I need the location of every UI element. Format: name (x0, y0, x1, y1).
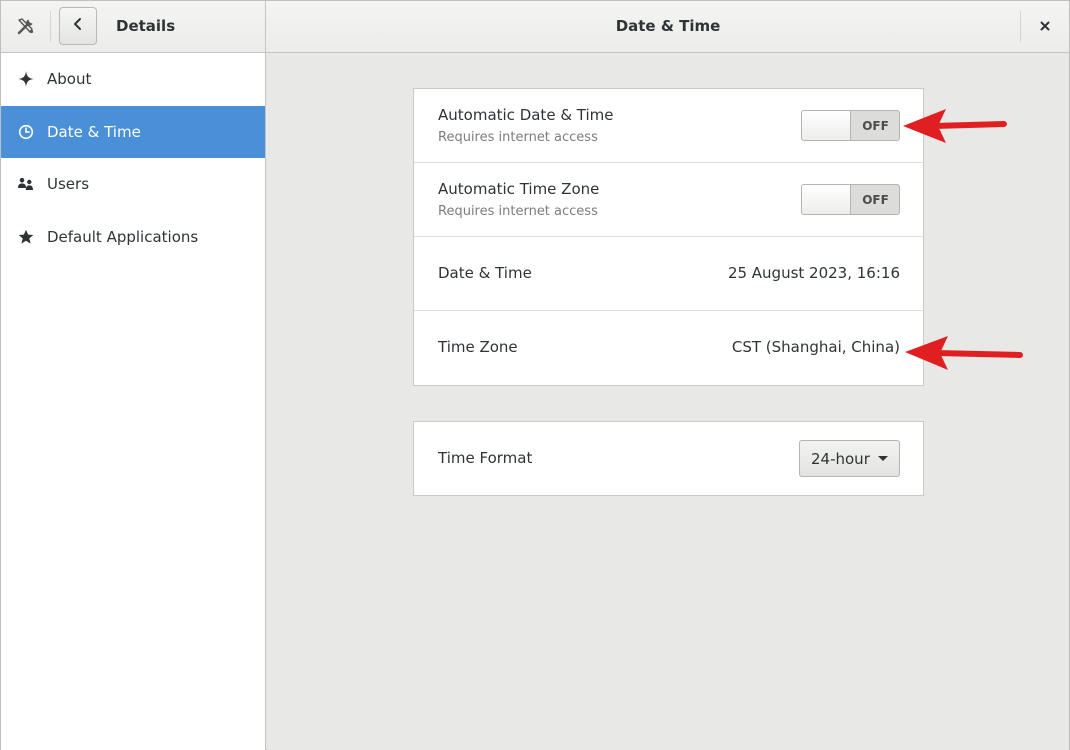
back-button[interactable] (59, 7, 97, 45)
date-time-value: 25 August 2023, 16:16 (727, 264, 900, 282)
page-title: Date & Time (615, 17, 721, 35)
clock-icon (17, 123, 34, 140)
annotation-arrow-icon (905, 336, 1023, 370)
sparkle-icon (17, 71, 34, 88)
time-zone-row[interactable]: Time Zone CST (Shanghai, China) (414, 311, 923, 385)
automatic-date-time-switch[interactable]: OFF (801, 110, 900, 141)
header-separator (50, 11, 51, 42)
time-format-row: Time Format 24-hour (414, 422, 923, 496)
sidebar-item-label: Default Applications (47, 227, 199, 246)
row-title: Automatic Time Zone (438, 180, 600, 198)
automatic-time-zone-row[interactable]: Automatic Time Zone Requires internet ac… (414, 163, 923, 237)
row-title: Time Format (438, 449, 533, 467)
row-title: Time Zone (438, 338, 518, 356)
sidebar-item-label: Users (47, 175, 90, 194)
date-time-row[interactable]: Date & Time 25 August 2023, 16:16 (414, 237, 923, 311)
header-left-pane: Details (1, 1, 266, 52)
row-title: Date & Time (438, 264, 532, 282)
chevron-left-icon (72, 17, 84, 35)
switch-state: OFF (862, 192, 889, 207)
tools-icon[interactable] (9, 9, 43, 43)
automatic-time-zone-switch[interactable]: OFF (801, 184, 900, 215)
switch-state: OFF (862, 118, 889, 133)
automatic-date-time-row[interactable]: Automatic Date & Time Requires internet … (414, 89, 923, 163)
dropdown-selected-value: 24-hour (811, 449, 870, 468)
content-area: Automatic Date & Time Requires internet … (267, 53, 1069, 750)
header-bar: Details Date & Time (1, 1, 1069, 53)
users-icon (17, 176, 34, 193)
time-format-dropdown[interactable]: 24-hour (799, 440, 900, 477)
sidebar-item-date-time[interactable]: Date & Time (1, 105, 265, 158)
switch-knob[interactable] (802, 185, 851, 214)
switch-knob[interactable] (802, 111, 851, 140)
sidebar: About Date & Time Users Default Applicat… (1, 53, 266, 750)
settings-list: Automatic Date & Time Requires internet … (413, 88, 924, 386)
annotation-arrow-icon (903, 109, 1007, 143)
sidebar-item-about[interactable]: About (1, 53, 265, 106)
sidebar-item-label: About (47, 70, 92, 89)
sidebar-item-label: Date & Time (47, 122, 141, 141)
row-subtitle: Requires internet access (438, 204, 598, 219)
sidebar-title: Details (116, 17, 176, 35)
close-button[interactable] (1031, 13, 1059, 41)
time-format-list: Time Format 24-hour (413, 421, 924, 496)
time-zone-value: CST (Shanghai, China) (731, 338, 900, 356)
header-separator (1020, 11, 1021, 42)
sidebar-item-users[interactable]: Users (1, 158, 265, 211)
settings-window: Details Date & Time About Date & Time Us… (0, 0, 1070, 750)
close-icon (1039, 18, 1051, 36)
sidebar-item-default-applications[interactable]: Default Applications (1, 211, 265, 264)
star-icon (17, 228, 34, 245)
row-title: Automatic Date & Time (438, 106, 614, 124)
row-subtitle: Requires internet access (438, 130, 598, 145)
chevron-down-icon (878, 456, 888, 461)
